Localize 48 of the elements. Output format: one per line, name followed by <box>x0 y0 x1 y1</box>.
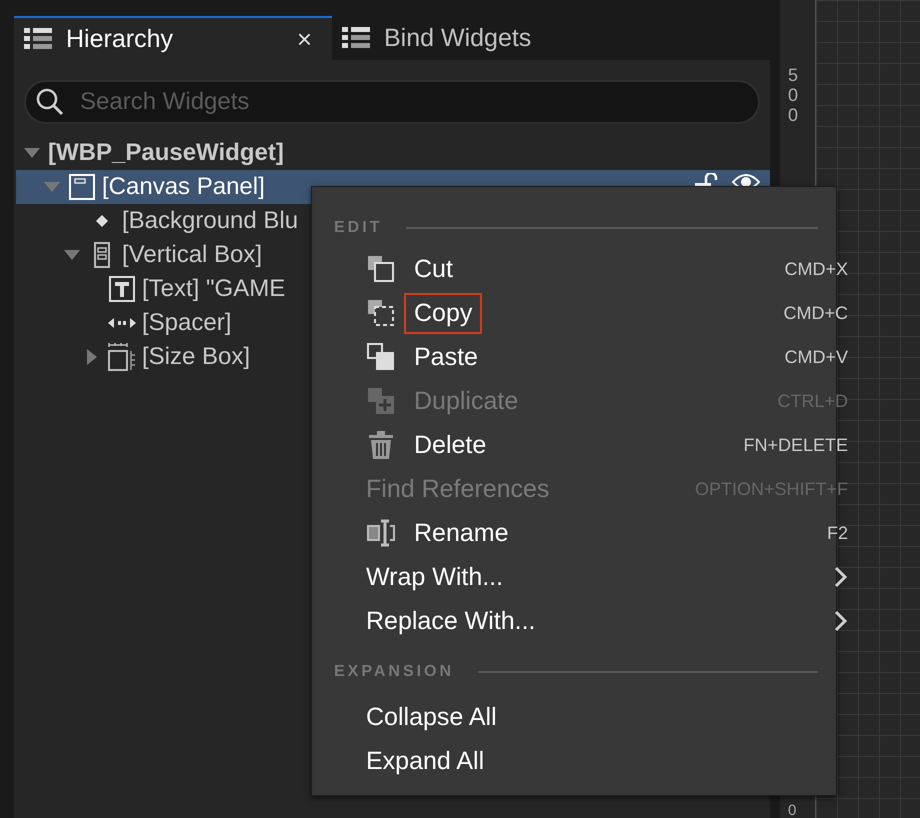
shortcut-label: CMD+V <box>784 346 848 368</box>
rename-icon <box>367 519 395 547</box>
expand-arrow-icon[interactable] <box>86 348 98 366</box>
ruler-label: 0 <box>788 803 798 818</box>
menu-item[interactable]: Replace With... <box>334 599 848 643</box>
tree-item-label[interactable]: [Canvas Panel] <box>102 173 265 201</box>
expand-arrow-icon[interactable] <box>63 249 81 261</box>
spacer-icon <box>108 317 136 329</box>
tree-item-label[interactable]: [Vertical Box] <box>122 241 262 269</box>
paste-icon <box>367 343 395 371</box>
close-icon[interactable]: × <box>296 24 312 54</box>
panel-icon <box>69 174 95 200</box>
menu-item[interactable]: Wrap With... <box>334 555 848 599</box>
trash-icon <box>367 431 395 459</box>
ruler-label: 500 <box>788 66 800 126</box>
tab[interactable]: Bind Widgets <box>332 16 552 60</box>
shortcut-label: OPTION+SHIFT+F <box>694 478 848 500</box>
section-header: EXPANSION <box>334 663 454 681</box>
cut-icon <box>367 255 395 283</box>
duplicate-icon <box>367 387 395 415</box>
copy-icon <box>367 299 395 327</box>
tree-item-label[interactable]: [Background Blu <box>122 207 298 235</box>
section-header: EDIT <box>334 219 382 237</box>
menu-item[interactable]: Rename F2 <box>334 511 848 555</box>
tree-item-label[interactable]: [Spacer] <box>142 309 232 337</box>
list-icon <box>24 28 52 50</box>
tree-item-label[interactable]: [Size Box] <box>142 343 250 371</box>
menu-item[interactable]: Delete FN+DELETE <box>334 423 848 467</box>
shortcut-label: FN+DELETE <box>743 434 848 456</box>
expand-arrow-icon[interactable] <box>23 147 41 159</box>
text-icon <box>109 276 135 302</box>
menu-item[interactable]: Cut CMD+X <box>334 247 848 291</box>
tree-item-label[interactable]: [WBP_PauseWidget] <box>48 139 284 167</box>
menu-item[interactable]: Expand All <box>334 739 848 783</box>
shortcut-label: F2 <box>826 522 848 544</box>
shortcut-label: CMD+X <box>784 258 848 280</box>
shortcut-label: CTRL+D <box>777 390 848 412</box>
menu-item[interactable]: Paste CMD+V <box>334 335 848 379</box>
menu-item[interactable]: Copy CMD+C <box>334 291 848 335</box>
diamond-icon <box>95 214 109 228</box>
tab[interactable]: Hierarchy × <box>14 16 332 60</box>
vertical-box-icon <box>94 242 110 268</box>
size-box-icon <box>108 343 136 371</box>
shortcut-label: CMD+C <box>783 302 848 324</box>
list-icon <box>342 27 370 49</box>
tree-item-label[interactable]: [Text] "GAME <box>142 275 286 303</box>
menu-item[interactable]: Collapse All <box>334 695 848 739</box>
search-field[interactable]: Search Widgets <box>24 80 760 124</box>
